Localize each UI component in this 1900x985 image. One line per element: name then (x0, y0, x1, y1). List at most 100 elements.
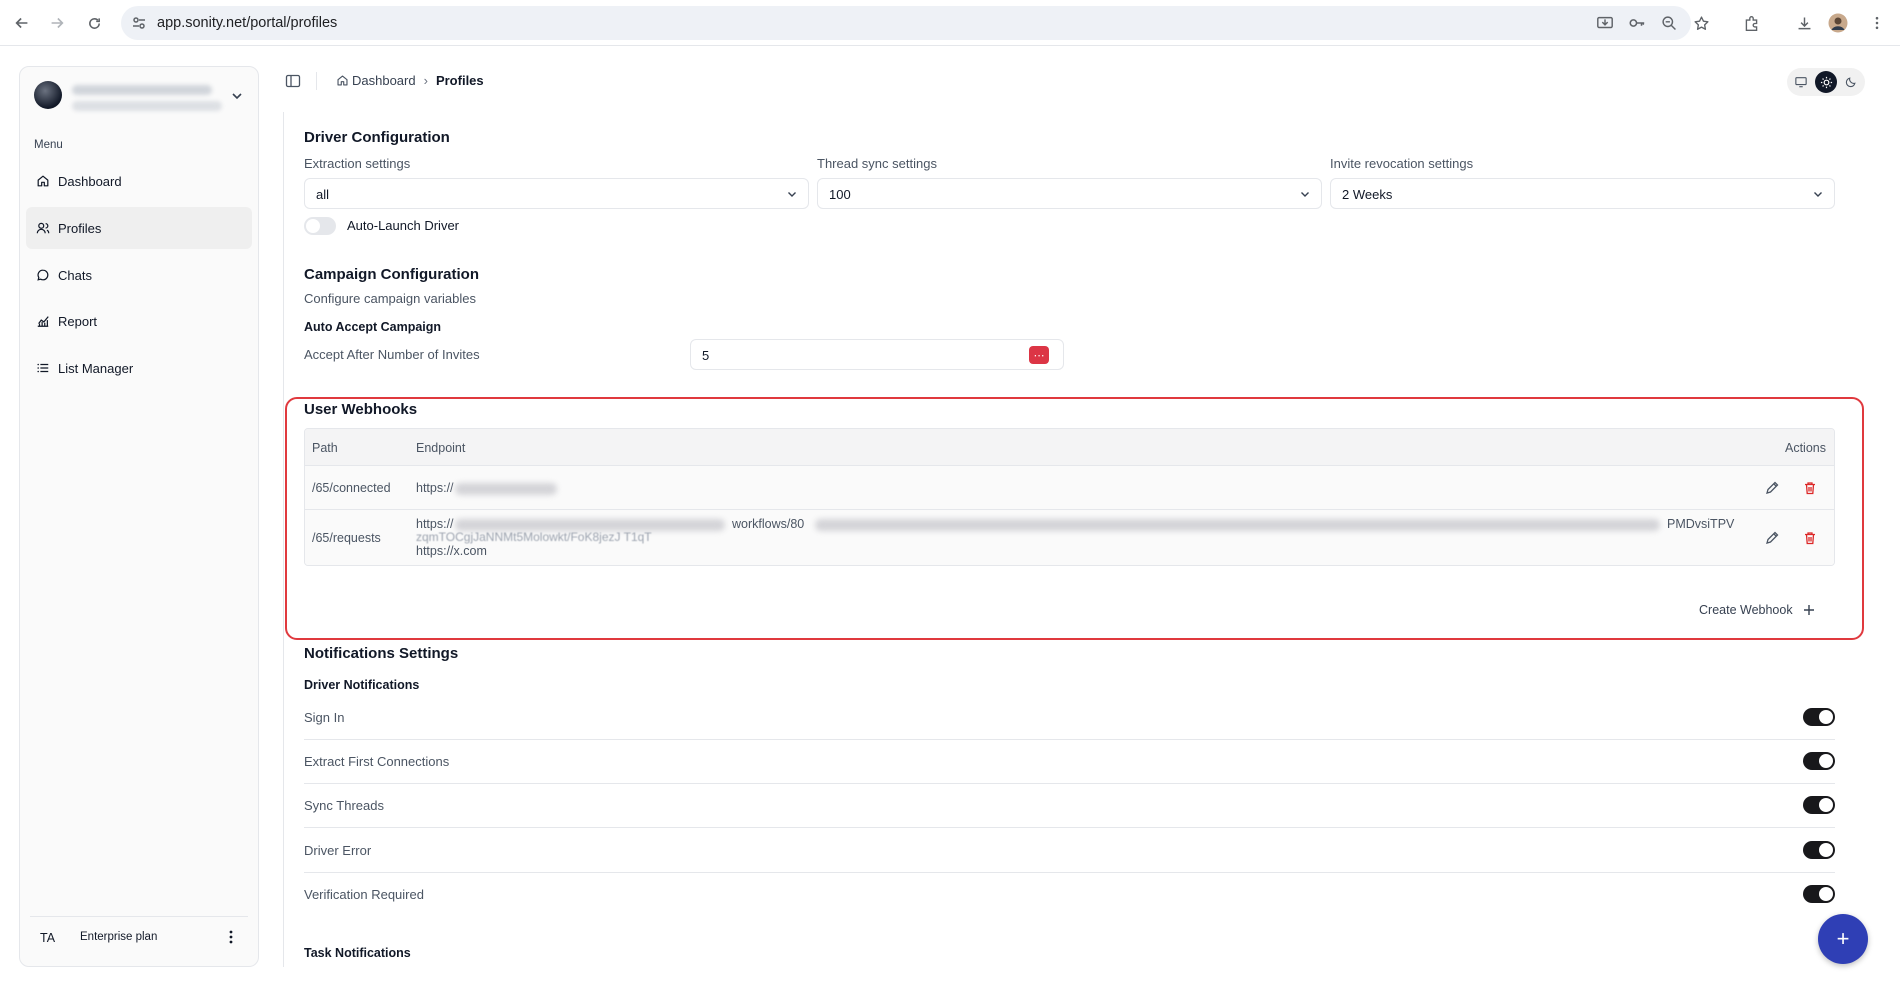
header-divider (316, 72, 317, 90)
auto-accept-label: Auto Accept Campaign (304, 320, 442, 334)
notifications-title: Notifications Settings (304, 645, 459, 662)
plan-initials: TA (40, 931, 56, 945)
driver-error-toggle[interactable] (1803, 841, 1835, 859)
sign-in-toggle[interactable] (1803, 708, 1835, 726)
notification-row-extract: Extract First Connections (304, 740, 1835, 784)
more-vertical-icon[interactable] (224, 929, 238, 945)
fab-label: + (1836, 926, 1850, 951)
webhook-path: /65/connected (312, 481, 391, 495)
auto-launch-label: Auto-Launch Driver (347, 218, 459, 233)
extraction-label: Extraction settings (304, 156, 411, 171)
edit-pencil-icon[interactable] (1764, 480, 1780, 496)
download-icon[interactable] (1793, 12, 1815, 34)
chevron-down-icon (232, 93, 242, 100)
floating-add-button[interactable]: + (1818, 914, 1868, 964)
notification-row-sign-in: Sign In (304, 696, 1835, 740)
sidebar-item-label: Chats (58, 267, 92, 283)
sidebar-toggle-icon[interactable] (285, 73, 301, 89)
chevron-down-icon (1301, 192, 1309, 197)
account-name-redacted (72, 85, 212, 95)
extensions-icon[interactable] (1740, 12, 1762, 34)
chevron-down-icon (788, 192, 796, 197)
extraction-select[interactable]: all (304, 178, 809, 209)
accept-after-value: 5 (702, 348, 710, 363)
notification-row-driver-error: Driver Error (304, 829, 1835, 873)
column-path: Path (312, 441, 338, 455)
account-switcher[interactable] (34, 81, 244, 119)
sidebar-item-label: Dashboard (58, 173, 122, 189)
endpoint-redacted (455, 483, 557, 495)
install-app-icon[interactable] (1594, 12, 1616, 34)
forward-icon[interactable] (47, 13, 67, 33)
menu-label: Menu (34, 139, 63, 151)
notification-label: Driver Error (304, 843, 372, 858)
url-text: app.sonity.net/portal/profiles (157, 15, 338, 31)
back-icon[interactable] (12, 13, 32, 33)
campaign-config-title: Campaign Configuration (304, 266, 479, 283)
key-icon[interactable] (1626, 12, 1648, 34)
task-notifications-label: Task Notifications (304, 946, 411, 960)
plan-footer[interactable]: TA Enterprise plan (30, 916, 248, 956)
notification-label: Sync Threads (304, 798, 384, 813)
sidebar-item-label: Profiles (58, 220, 102, 236)
site-settings-icon[interactable] (131, 15, 147, 31)
webhook-endpoint: https:// (416, 517, 454, 531)
webhook-path: /65/requests (312, 531, 381, 545)
breadcrumb-profiles: Profiles (435, 73, 484, 88)
thread-sync-select[interactable]: 100 (817, 178, 1322, 209)
webhook-endpoint-line3: https://x.com (416, 544, 487, 558)
chevron-right-icon: › (423, 73, 428, 88)
chrome-menu-icon[interactable] (1866, 12, 1888, 34)
sync-threads-toggle[interactable] (1803, 796, 1835, 814)
chart-icon (37, 316, 49, 327)
breadcrumb: Dashboard › Profiles (336, 73, 484, 88)
password-manager-icon[interactable]: ⋯ (1029, 346, 1049, 364)
notification-label: Verification Required (304, 887, 424, 902)
profile-avatar-icon[interactable] (1827, 12, 1849, 34)
address-bar[interactable]: app.sonity.net/portal/profiles (121, 6, 1691, 40)
chevron-down-icon (1814, 192, 1822, 197)
endpoint-redacted (815, 519, 1660, 531)
extract-first-connections-toggle[interactable] (1803, 752, 1835, 770)
bookmark-star-icon[interactable] (1690, 12, 1712, 34)
invite-revocation-value: 2 Weeks (1342, 187, 1393, 202)
home-icon (37, 175, 49, 187)
edit-pencil-icon[interactable] (1764, 530, 1780, 546)
notification-label: Extract First Connections (304, 754, 450, 769)
webhook-endpoint-mid: workflows/80 (732, 517, 805, 531)
driver-notifications-label: Driver Notifications (304, 678, 420, 692)
accept-after-input[interactable]: 5 ⋯ (690, 339, 1064, 370)
notification-label: Sign In (304, 710, 345, 725)
auto-launch-toggle[interactable] (304, 217, 336, 235)
sidebar-item-list-manager[interactable]: List Manager (26, 347, 252, 389)
accept-after-label: Accept After Number of Invites (304, 347, 480, 362)
webhook-endpoint: https:// (416, 481, 454, 495)
account-avatar (34, 81, 62, 109)
users-icon (36, 222, 50, 234)
verification-required-toggle[interactable] (1803, 885, 1835, 903)
sidebar-item-chats[interactable]: Chats (26, 254, 252, 296)
delete-trash-icon[interactable] (1802, 480, 1818, 496)
breadcrumb-dashboard[interactable]: Dashboard (352, 73, 416, 88)
sidebar-item-dashboard[interactable]: Dashboard (26, 160, 252, 202)
sidebar-item-report[interactable]: Report (26, 300, 252, 342)
webhook-endpoint-line2: zqmTOCgjJaNNMt5Molowkt/FoK8jezJ T1qT (416, 530, 652, 544)
theme-switcher (1787, 68, 1865, 96)
moon-icon[interactable] (1840, 71, 1862, 93)
browser-toolbar: app.sonity.net/portal/profiles (0, 0, 1900, 46)
driver-config-title: Driver Configuration (304, 129, 450, 146)
sidebar-item-profiles[interactable]: Profiles (26, 207, 252, 249)
column-endpoint: Endpoint (416, 441, 466, 455)
webhooks-title: User Webhooks (304, 401, 418, 418)
webhook-endpoint-tail: PMDvsiTPV (1667, 517, 1735, 531)
column-actions: Actions (1785, 441, 1826, 455)
zoom-icon[interactable] (1658, 12, 1680, 34)
invite-revocation-select[interactable]: 2 Weeks (1330, 178, 1835, 209)
delete-trash-icon[interactable] (1802, 530, 1818, 546)
create-webhook-button[interactable]: Create Webhook (1699, 603, 1815, 617)
sun-icon[interactable] (1815, 71, 1837, 93)
thread-sync-label: Thread sync settings (817, 156, 937, 171)
account-email-redacted (72, 101, 222, 111)
monitor-icon[interactable] (1790, 71, 1812, 93)
reload-icon[interactable] (84, 13, 104, 33)
